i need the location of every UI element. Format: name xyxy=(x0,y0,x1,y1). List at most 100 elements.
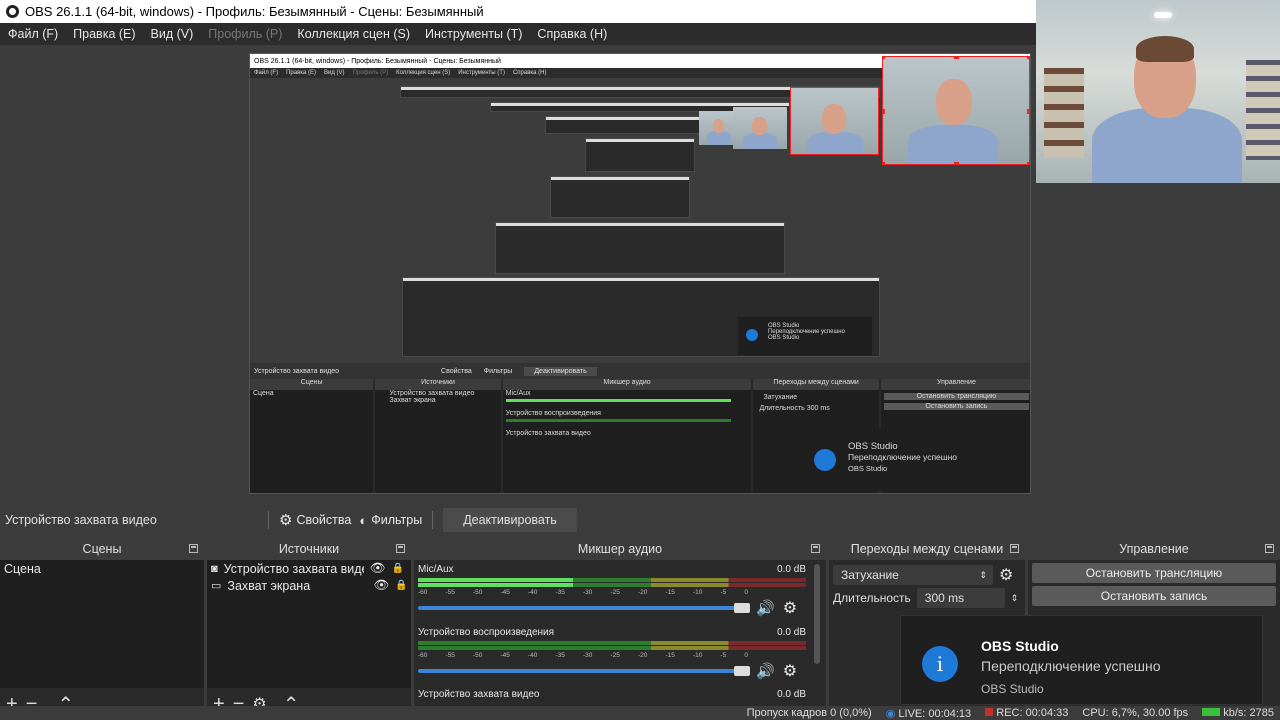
undock-icon[interactable] xyxy=(396,544,405,553)
notification-toast[interactable]: i OBS Studio Переподключение успешно OBS… xyxy=(900,615,1263,705)
scene-item[interactable]: Сцена xyxy=(0,560,204,577)
camera-icon: ◙ xyxy=(211,562,218,575)
webcam-source-selected[interactable] xyxy=(882,56,1030,165)
menu-help[interactable]: Справка (H) xyxy=(537,27,607,41)
nested-webcam-selected xyxy=(790,87,879,155)
meter-ticks: -60 -55 -50 -45 -40 -35 -30 -25 -20 -15 -10 -5 0 xyxy=(418,652,748,659)
undock-icon[interactable] xyxy=(1010,544,1019,553)
lock-icon[interactable]: 🔒 xyxy=(392,563,404,574)
nested-mixer-channel: Mic/Aux xyxy=(505,390,531,397)
channel-db: 0.0 dB xyxy=(777,564,806,575)
gear-icon[interactable]: ⚙ xyxy=(783,661,797,681)
menu-profile: Профиль (P) xyxy=(208,27,283,41)
scenes-title: Сцены xyxy=(82,542,122,556)
kbs-status: kb/s: 2785 xyxy=(1202,707,1274,719)
nested-menu-item: Инструменты (T) xyxy=(458,70,505,76)
nested-toast-app: OBS Studio xyxy=(848,464,888,473)
nested-stop-record: Остановить запись xyxy=(883,403,1030,410)
nested-sources-title: Источники xyxy=(375,379,501,390)
undock-icon[interactable] xyxy=(811,544,820,553)
nested-mixer: Микшер аудио Mic/Aux Устройство воспроиз… xyxy=(502,379,752,493)
nested-menu-item: Профиль (P) xyxy=(352,70,389,76)
nested-toast-title: OBS Studio xyxy=(848,441,898,452)
spinner-icon[interactable]: ⇕ xyxy=(1011,593,1019,604)
nested-scenes-title: Сцены xyxy=(250,379,374,390)
speaker-icon[interactable]: 🔊 xyxy=(756,599,775,617)
duration-input[interactable]: 300 ms xyxy=(916,588,1005,608)
preview-canvas[interactable]: OBS 26.1.1 (64-bit, windows) - Профиль: … xyxy=(249,53,1031,494)
window-titlebar: OBS 26.1.1 (64-bit, windows) - Профиль: … xyxy=(0,0,1036,23)
nested-level xyxy=(495,222,785,274)
source-item-label: Устройство захвата видео xyxy=(223,561,364,576)
obs-logo-icon xyxy=(6,5,19,18)
nested-menu-item: Коллекция сцен (S) xyxy=(396,70,451,76)
ceiling-lamp xyxy=(1154,12,1172,18)
nested-controls-title: Управление xyxy=(880,379,1030,390)
slider-knob[interactable] xyxy=(734,603,750,613)
source-item[interactable]: ◙ Устройство захвата видео 👁 🔒 xyxy=(207,560,411,577)
properties-button[interactable]: ⚙ Свойства xyxy=(275,511,355,529)
scenes-dock: Сцены Сцена + − ⌃ ⌄ xyxy=(0,538,204,720)
eye-icon[interactable]: 👁 xyxy=(373,578,389,593)
properties-label: Свойства xyxy=(296,513,352,527)
level-meter xyxy=(418,646,806,650)
deactivate-button[interactable]: Деактивировать xyxy=(443,508,577,532)
eye-icon[interactable]: 👁 xyxy=(370,561,386,576)
webcam-feed xyxy=(1036,0,1280,183)
dropped-frames: Пропуск кадров 0 (0,0%) xyxy=(746,707,872,719)
mixer-scrollbar[interactable] xyxy=(814,564,820,664)
level-meter xyxy=(418,641,806,645)
menu-tools[interactable]: Инструменты (T) xyxy=(425,27,522,41)
sources-dock: Источники ◙ Устройство захвата видео 👁 🔒… xyxy=(207,538,411,720)
level-meter xyxy=(418,578,806,582)
stop-recording-button[interactable]: Остановить запись xyxy=(1032,586,1276,606)
divider xyxy=(268,511,269,529)
live-status: ◉ LIVE: 00:04:13 xyxy=(886,707,971,720)
broadcast-icon: ◉ xyxy=(885,707,896,720)
volume-slider[interactable] xyxy=(418,666,750,676)
nested-properties: Свойства xyxy=(441,367,472,375)
menu-edit[interactable]: Правка (E) xyxy=(73,27,135,41)
undock-icon[interactable] xyxy=(189,544,198,553)
meter-ticks: -60 -55 -50 -45 -40 -35 -30 -25 -20 -15 -10 -5 0 xyxy=(418,589,748,596)
toast-message: Переподключение успешно xyxy=(981,658,1161,674)
menu-scene-collection[interactable]: Коллекция сцен (S) xyxy=(297,27,410,41)
source-item[interactable]: ▭ Захват экрана 👁 🔒 xyxy=(207,577,411,594)
mixer-channel-desktop: Устройство воспроизведения 0.0 dB -60 -55-… xyxy=(418,627,812,681)
cpu-usage: CPU: 6,7%, 30.00 fps xyxy=(1082,707,1189,719)
nested-mixer-title: Микшер аудио xyxy=(502,379,752,390)
selected-source-name: Устройство захвата видео xyxy=(5,513,157,527)
lock-icon[interactable]: 🔒 xyxy=(395,580,407,591)
undock-icon[interactable] xyxy=(1265,544,1274,553)
menu-bar: Файл (F) Правка (E) Вид (V) Профиль (P) … xyxy=(0,23,1036,45)
transition-select[interactable]: Затухание ⇕ xyxy=(833,565,993,585)
nested-scene-strip: Устройство захвата видео Свойства Фильтр… xyxy=(250,363,1030,379)
mixer-channel-mic: Mic/Aux 0.0 dB -60 -55 -50 -45 -40 -35 -30 -25 -2… xyxy=(418,564,812,618)
rec-icon xyxy=(985,708,994,716)
nested-level xyxy=(585,138,695,172)
nested-filters: Фильтры xyxy=(483,367,513,375)
level-meter xyxy=(418,583,806,587)
menu-file[interactable]: Файл (F) xyxy=(8,27,58,41)
duration-label: Длительность xyxy=(833,591,911,605)
filter-icon: ◐ xyxy=(359,512,368,528)
nested-scenes: Сцены Сцена xyxy=(250,379,374,493)
bitrate: kb/s: 2785 xyxy=(1223,707,1274,719)
nested-transition-select: Затухание xyxy=(763,394,798,401)
speaker-icon[interactable]: 🔊 xyxy=(756,662,775,680)
scenes-list: Сцена xyxy=(0,560,204,688)
nested-menu-item: Вид (V) xyxy=(324,70,345,76)
sources-list: ◙ Устройство захвата видео 👁 🔒 ▭ Захват … xyxy=(207,560,411,688)
gear-icon[interactable]: ⚙ xyxy=(783,598,797,618)
slider-knob[interactable] xyxy=(734,666,750,676)
menu-view[interactable]: Вид (V) xyxy=(151,27,194,41)
stop-streaming-button[interactable]: Остановить трансляцию xyxy=(1032,563,1276,583)
source-toolbar: Устройство захвата видео ⚙ Свойства ◐ Фи… xyxy=(0,505,1280,535)
transitions-title: Переходы между сценами xyxy=(850,542,1004,556)
gear-icon[interactable]: ⚙ xyxy=(999,565,1013,585)
nested-menu-item: Файл (F) xyxy=(254,70,279,76)
filters-button[interactable]: ◐ Фильтры xyxy=(355,513,426,528)
volume-slider[interactable] xyxy=(418,603,750,613)
nested-menu-item: Правка (E) xyxy=(286,70,317,76)
nested-deactivate: Деактивировать xyxy=(524,366,597,376)
